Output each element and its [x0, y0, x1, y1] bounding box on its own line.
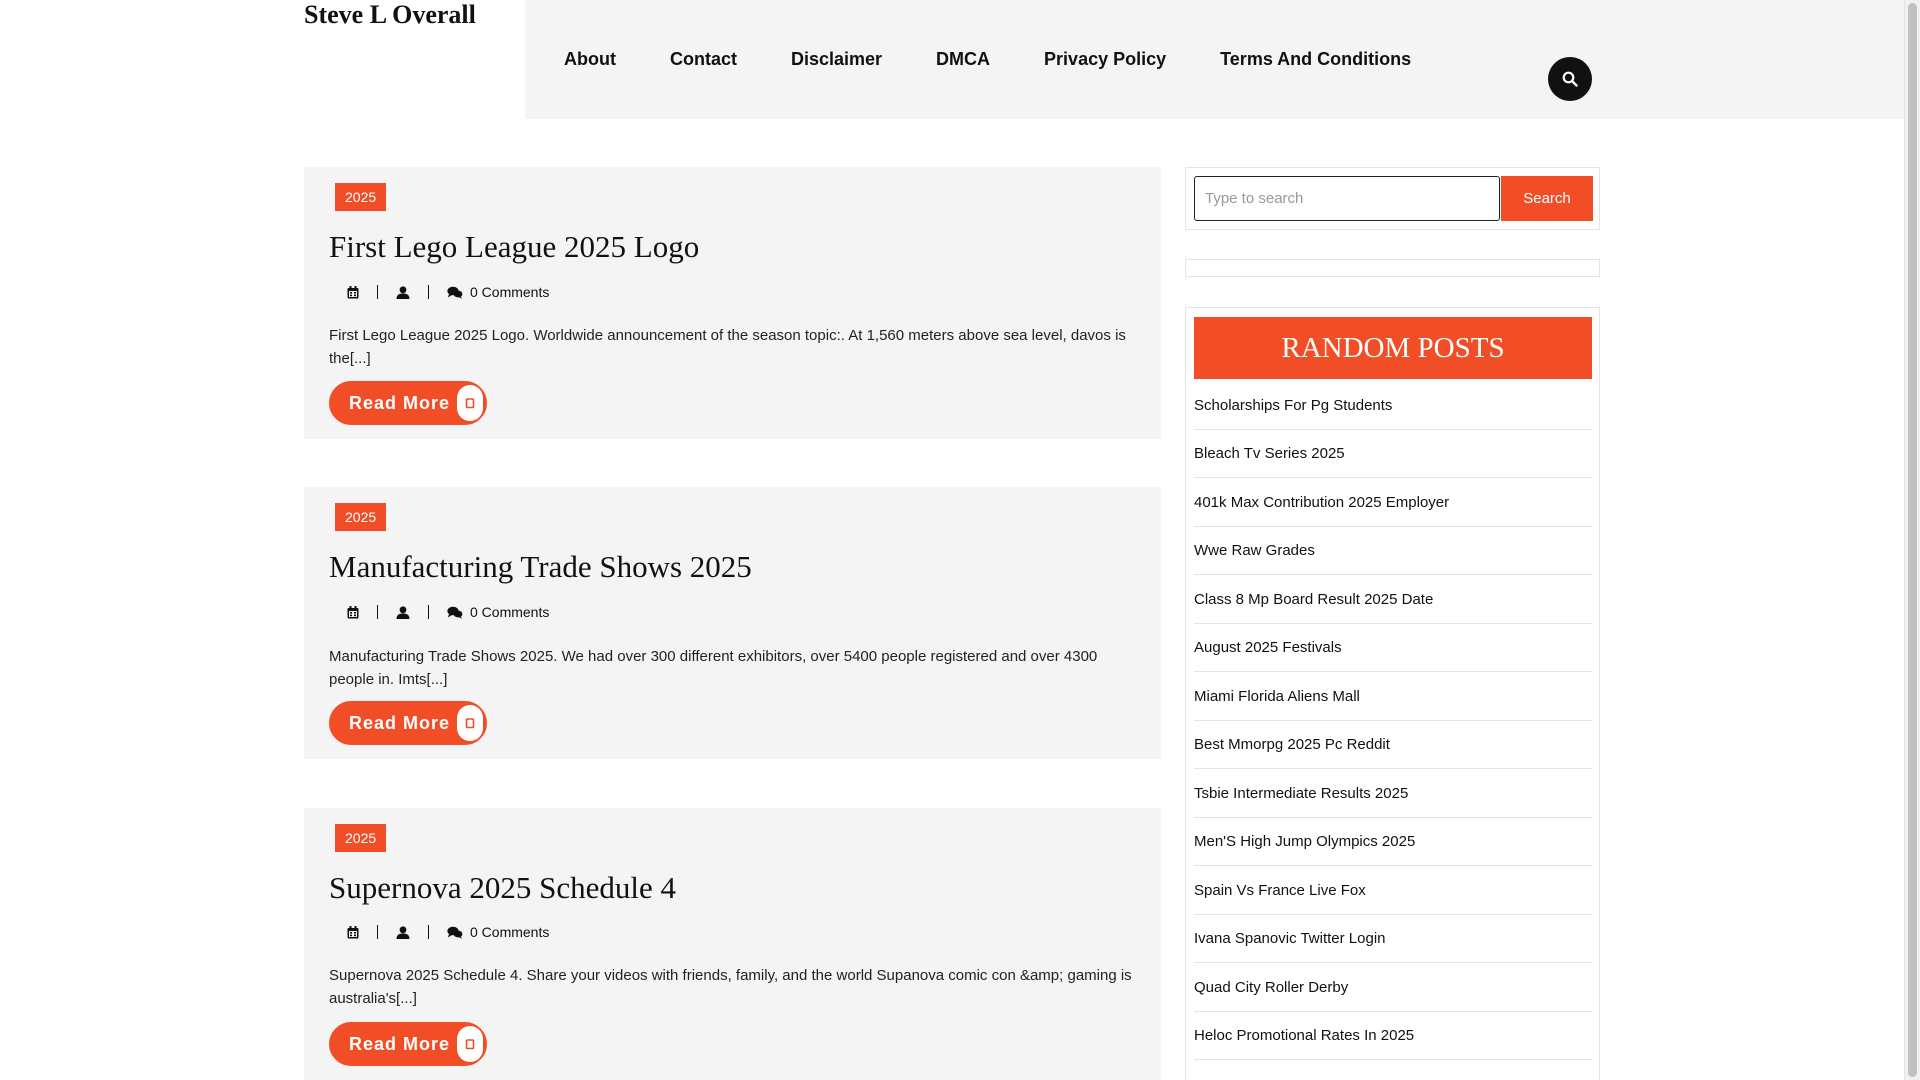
random-post-link[interactable]: August 2025 Festivals	[1194, 624, 1592, 672]
post-date[interactable]	[329, 925, 377, 939]
post-title[interactable]: Supernova 2025 Schedule 4	[329, 870, 676, 906]
post-comments[interactable]: 0 Comments	[429, 924, 567, 940]
post-excerpt: Manufacturing Trade Shows 2025. We had o…	[329, 648, 1098, 688]
read-more-button[interactable]: Read More	[329, 701, 487, 745]
nav-item-dmca[interactable]: DMCA	[909, 49, 1017, 70]
post-author[interactable]	[378, 285, 428, 299]
sidebar-search-input[interactable]	[1194, 176, 1500, 221]
site-header: Steve L Overall About Contact Disclaimer…	[0, 0, 1905, 119]
random-posts-widget: RANDOM POSTS Scholarships For Pg Student…	[1185, 307, 1600, 1080]
post-comments[interactable]: 0 Comments	[429, 604, 567, 620]
random-post-link[interactable]: Quad City Roller Derby	[1194, 963, 1592, 1012]
nav-list: About Contact Disclaimer DMCA Privacy Po…	[537, 0, 1438, 119]
nav-item-contact[interactable]: Contact	[643, 49, 764, 70]
post-comments[interactable]: 0 Comments	[429, 284, 567, 300]
nav-item-about[interactable]: About	[537, 49, 643, 70]
post-category-tag[interactable]: 2025	[335, 183, 387, 211]
user-icon	[396, 285, 410, 299]
sidebar-search-button[interactable]: Search	[1501, 176, 1593, 221]
random-post-link[interactable]: Ivana Spanovic Twitter Login	[1194, 915, 1592, 963]
nav-search-button[interactable]	[1548, 57, 1592, 101]
scrollbar-thumb[interactable]	[1908, 3, 1917, 1077]
comment-count: 0 Comments	[470, 284, 550, 300]
calendar-icon	[347, 925, 359, 938]
random-post-link[interactable]: Best Mmorpg 2025 Pc Reddit	[1194, 721, 1592, 769]
nav-item-privacy-policy[interactable]: Privacy Policy	[1017, 49, 1193, 70]
calendar-icon	[347, 285, 359, 298]
post-card: 2025 First Lego League 2025 Logo 0 Comme…	[304, 167, 1161, 439]
calendar-icon	[347, 605, 359, 618]
post-title[interactable]: First Lego League 2025 Logo	[329, 229, 699, 265]
post-excerpt: First Lego League 2025 Logo. Worldwide a…	[329, 327, 1126, 367]
main-nav: About Contact Disclaimer DMCA Privacy Po…	[525, 0, 1905, 119]
random-post-link[interactable]: Wwe Raw Grades	[1194, 527, 1592, 575]
random-post-link[interactable]: Bleach Tv Series 2025	[1194, 430, 1592, 478]
comment-count: 0 Comments	[470, 604, 550, 620]
post-date[interactable]	[329, 605, 377, 619]
link-icon	[457, 705, 483, 741]
random-post-link[interactable]: Heloc Promotional Rates In 2025	[1194, 1012, 1592, 1060]
post-meta: 0 Comments	[329, 604, 567, 620]
empty-widget	[1185, 259, 1600, 277]
search-icon	[1562, 71, 1578, 87]
user-icon	[396, 605, 410, 619]
link-icon	[457, 385, 483, 421]
post-author[interactable]	[378, 925, 428, 939]
random-post-link[interactable]: Scholarships For Pg Students	[1194, 381, 1592, 430]
read-more-label: Read More	[349, 1033, 451, 1054]
post-excerpt: Supernova 2025 Schedule 4. Share your vi…	[329, 967, 1132, 1007]
post-date[interactable]	[329, 285, 377, 299]
read-more-label: Read More	[349, 712, 451, 733]
sidebar-search-widget: Search	[1185, 167, 1600, 230]
post-meta: 0 Comments	[329, 924, 567, 940]
user-icon	[396, 925, 410, 939]
post-card: 2025 Supernova 2025 Schedule 4 0 Comment…	[304, 808, 1161, 1080]
post-meta: 0 Comments	[329, 284, 567, 300]
post-title[interactable]: Manufacturing Trade Shows 2025	[329, 549, 752, 585]
post-category-tag[interactable]: 2025	[335, 824, 387, 852]
nav-item-disclaimer[interactable]: Disclaimer	[764, 49, 909, 70]
random-post-link[interactable]: 401k Max Contribution 2025 Employer	[1194, 478, 1592, 527]
nav-item-terms[interactable]: Terms And Conditions	[1193, 49, 1438, 70]
comment-count: 0 Comments	[470, 924, 550, 940]
link-icon	[457, 1026, 483, 1062]
random-posts-list: Scholarships For Pg Students Bleach Tv S…	[1194, 381, 1592, 1060]
comments-icon	[447, 926, 463, 939]
comments-icon	[447, 606, 463, 619]
random-post-link[interactable]: Tsbie Intermediate Results 2025	[1194, 769, 1592, 818]
post-category-tag[interactable]: 2025	[335, 503, 387, 531]
random-post-link[interactable]: Men'S High Jump Olympics 2025	[1194, 818, 1592, 866]
random-post-link[interactable]: Class 8 Mp Board Result 2025 Date	[1194, 575, 1592, 624]
random-posts-title: RANDOM POSTS	[1194, 317, 1592, 379]
page-scrollbar[interactable]	[1904, 0, 1920, 1080]
random-post-link[interactable]: Miami Florida Aliens Mall	[1194, 672, 1592, 721]
post-author[interactable]	[378, 605, 428, 619]
read-more-button[interactable]: Read More	[329, 381, 487, 425]
post-card: 2025 Manufacturing Trade Shows 2025 0 Co…	[304, 487, 1161, 759]
read-more-label: Read More	[349, 392, 451, 413]
comments-icon	[447, 286, 463, 299]
site-brand[interactable]: Steve L Overall	[304, 0, 476, 30]
read-more-button[interactable]: Read More	[329, 1022, 487, 1066]
random-post-link[interactable]: Spain Vs France Live Fox	[1194, 866, 1592, 915]
